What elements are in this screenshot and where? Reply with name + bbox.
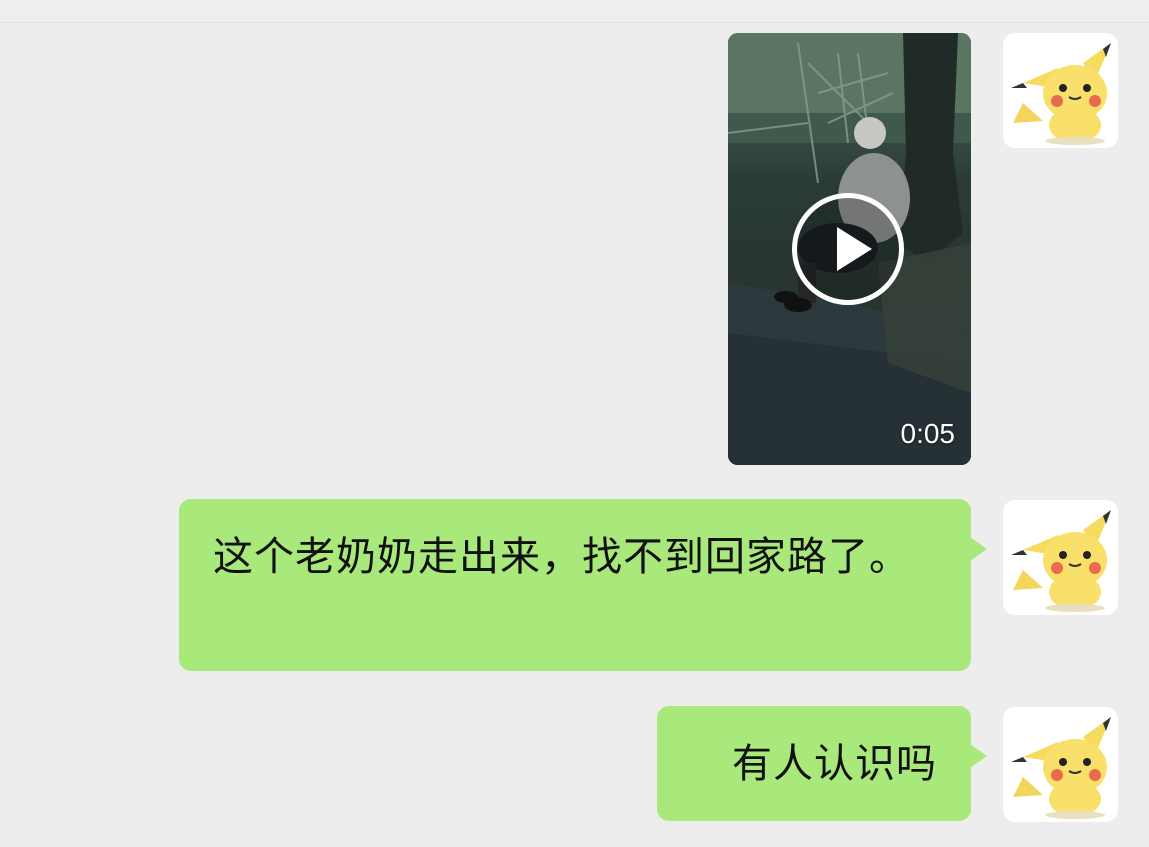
pikachu-avatar-icon (1011, 43, 1111, 145)
message-text: 这个老奶奶走出来，找不到回家路了。 (213, 534, 910, 580)
sent-text-message[interactable]: 有人认识吗 (657, 706, 987, 821)
play-icon (837, 227, 872, 271)
video-duration: 0:05 (900, 418, 956, 449)
video-message[interactable]: 0:05 (728, 33, 971, 465)
pikachu-avatar-icon (1011, 717, 1111, 819)
sent-text-message[interactable]: 这个老奶奶走出来，找不到回家路了。 (179, 499, 987, 671)
avatar[interactable] (1003, 707, 1118, 822)
avatar[interactable] (1003, 500, 1118, 615)
message-text: 有人认识吗 (732, 741, 937, 787)
header-divider (0, 0, 1149, 23)
play-button[interactable] (792, 193, 904, 305)
pikachu-avatar-icon (1011, 510, 1111, 612)
avatar[interactable] (1003, 33, 1118, 148)
